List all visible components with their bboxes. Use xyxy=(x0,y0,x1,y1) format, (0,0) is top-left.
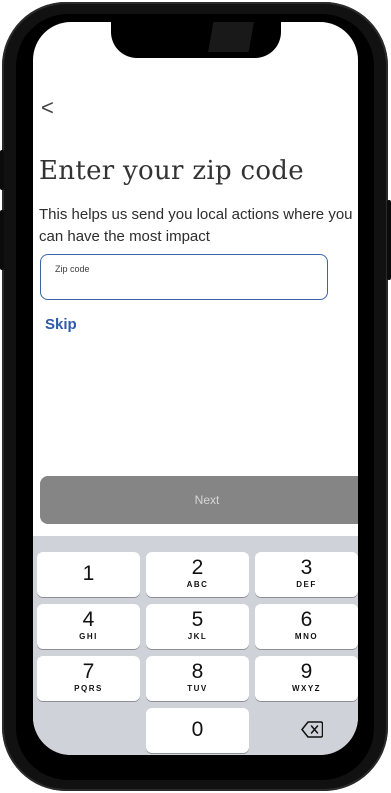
side-button xyxy=(0,210,4,270)
key-1[interactable]: 1 xyxy=(37,552,140,597)
side-button xyxy=(387,200,391,280)
key-digit: 9 xyxy=(300,660,313,683)
key-letters: GHI xyxy=(79,632,98,641)
zip-code-field[interactable]: Zip code xyxy=(40,254,328,300)
key-digit: 0 xyxy=(191,718,204,741)
key-digit: 6 xyxy=(300,608,313,631)
numeric-keypad: 1 2 ABC 3 DEF 4 GHI 5 JKL 6 MNO 7 PQRS 8 xyxy=(33,536,358,755)
key-empty xyxy=(37,708,140,753)
page-title: Enter your zip code xyxy=(39,156,304,186)
key-digit: 5 xyxy=(191,608,204,631)
key-digit: 2 xyxy=(191,556,204,579)
key-digit: 8 xyxy=(191,660,204,683)
key-5[interactable]: 5 JKL xyxy=(146,604,249,649)
key-4[interactable]: 4 GHI xyxy=(37,604,140,649)
next-button[interactable]: Next xyxy=(40,476,358,524)
key-3[interactable]: 3 DEF xyxy=(255,552,358,597)
app-screen: < Enter your zip code This helps us send… xyxy=(33,22,358,755)
key-letters: DEF xyxy=(296,580,317,589)
key-letters: WXYZ xyxy=(291,684,322,693)
key-letters: PQRS xyxy=(74,684,103,693)
zip-code-label: Zip code xyxy=(55,264,90,274)
key-9[interactable]: 9 WXYZ xyxy=(255,656,358,701)
key-2[interactable]: 2 ABC xyxy=(146,552,249,597)
key-6[interactable]: 6 MNO xyxy=(255,604,358,649)
key-letters: MNO xyxy=(294,632,319,641)
page-subtitle: This helps us send you local actions whe… xyxy=(39,206,353,245)
backspace-icon xyxy=(301,721,323,738)
key-digit: 3 xyxy=(300,556,313,579)
key-letters: ABC xyxy=(186,580,209,589)
key-digit: 4 xyxy=(82,608,95,631)
skip-link[interactable]: Skip xyxy=(45,316,77,333)
next-button-label: Next xyxy=(194,493,220,507)
key-7[interactable]: 7 PQRS xyxy=(37,656,140,701)
key-letters: TUV xyxy=(187,684,208,693)
key-8[interactable]: 8 TUV xyxy=(146,656,249,701)
notch-glare xyxy=(183,22,279,52)
chevron-left-icon[interactable]: < xyxy=(41,96,61,120)
side-button xyxy=(0,150,4,190)
key-digit: 1 xyxy=(82,562,95,585)
key-0[interactable]: 0 xyxy=(146,708,249,753)
key-digit: 7 xyxy=(82,660,95,683)
key-letters: JKL xyxy=(187,632,208,641)
backspace-key[interactable] xyxy=(255,708,358,753)
